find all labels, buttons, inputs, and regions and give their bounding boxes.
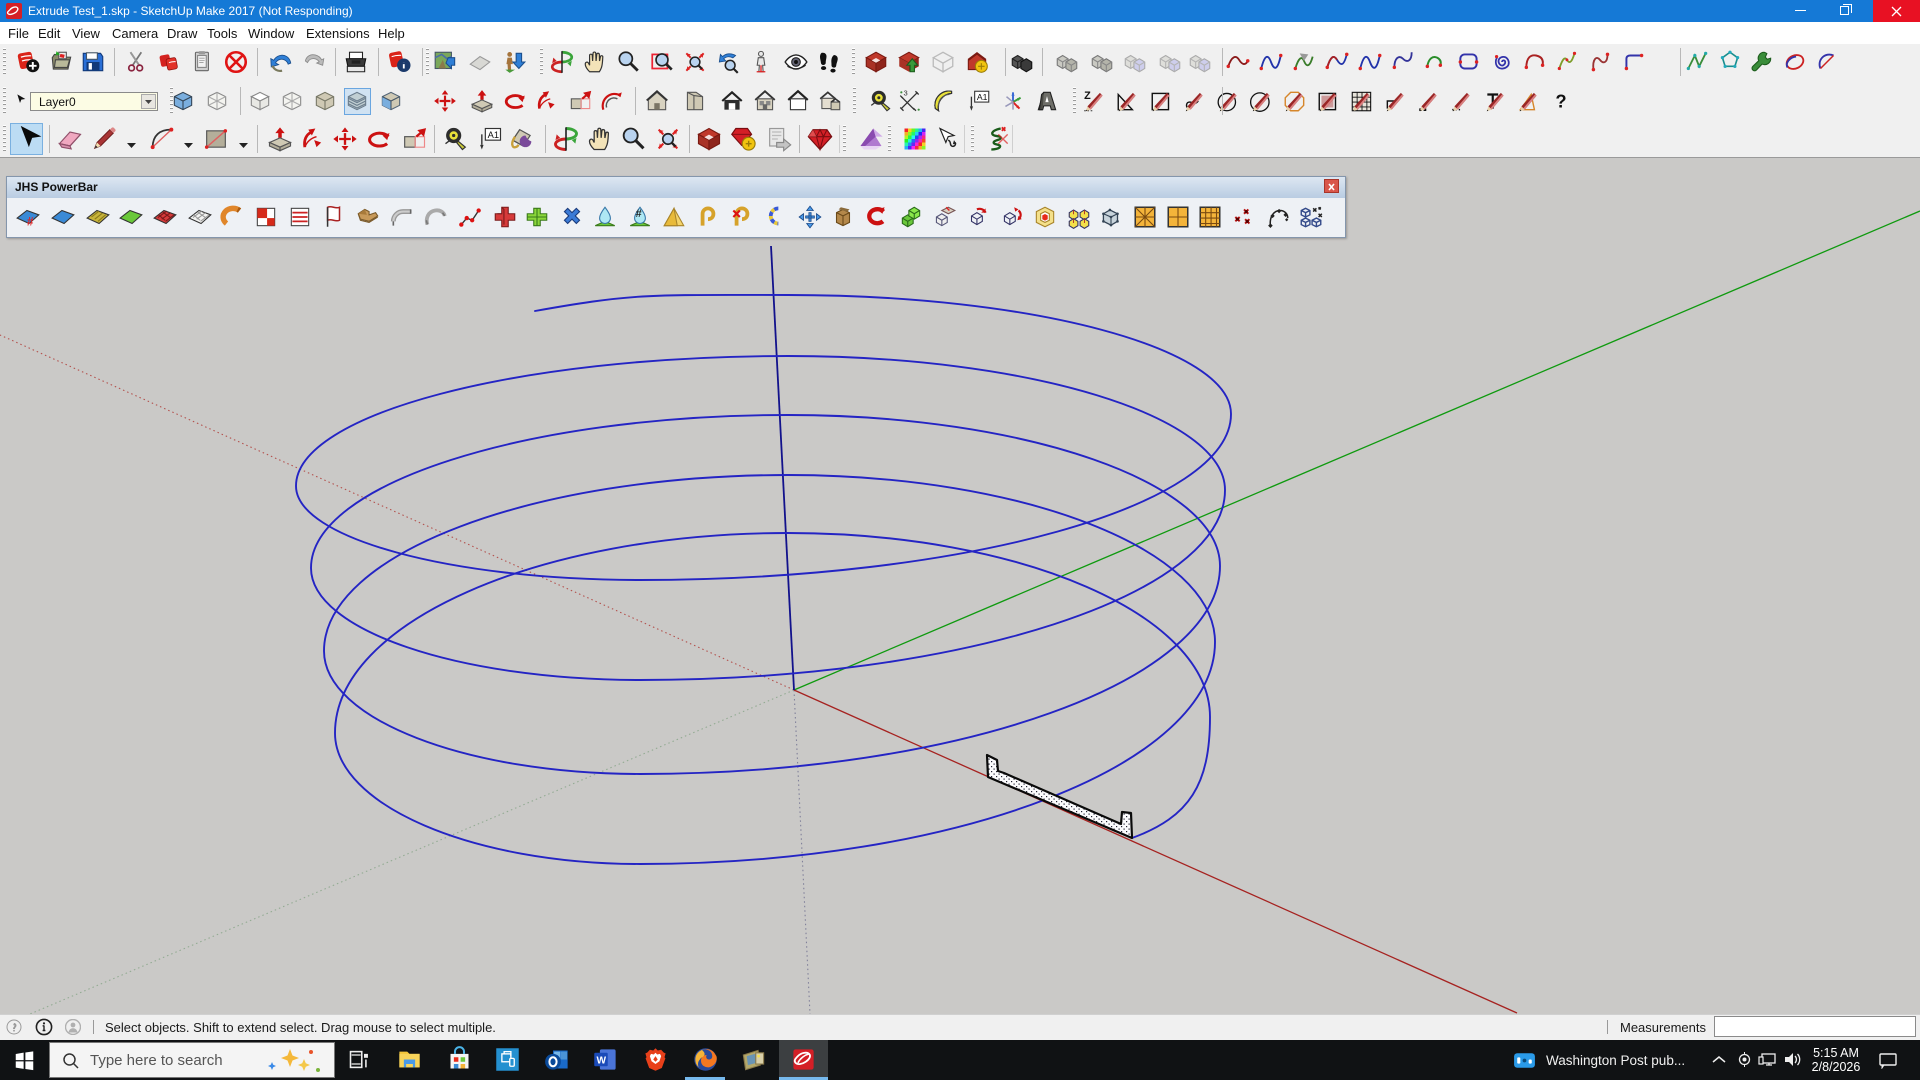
- svg-text:A1: A1: [977, 92, 988, 102]
- svg-text:Z: Z: [1084, 90, 1091, 102]
- svg-text:#: #: [636, 208, 642, 220]
- svg-text:A1: A1: [488, 130, 499, 140]
- svg-text:3: 3: [904, 89, 908, 98]
- svg-text:#: #: [27, 215, 34, 229]
- svg-text:?: ?: [1555, 91, 1566, 112]
- svg-text:W: W: [597, 1055, 607, 1066]
